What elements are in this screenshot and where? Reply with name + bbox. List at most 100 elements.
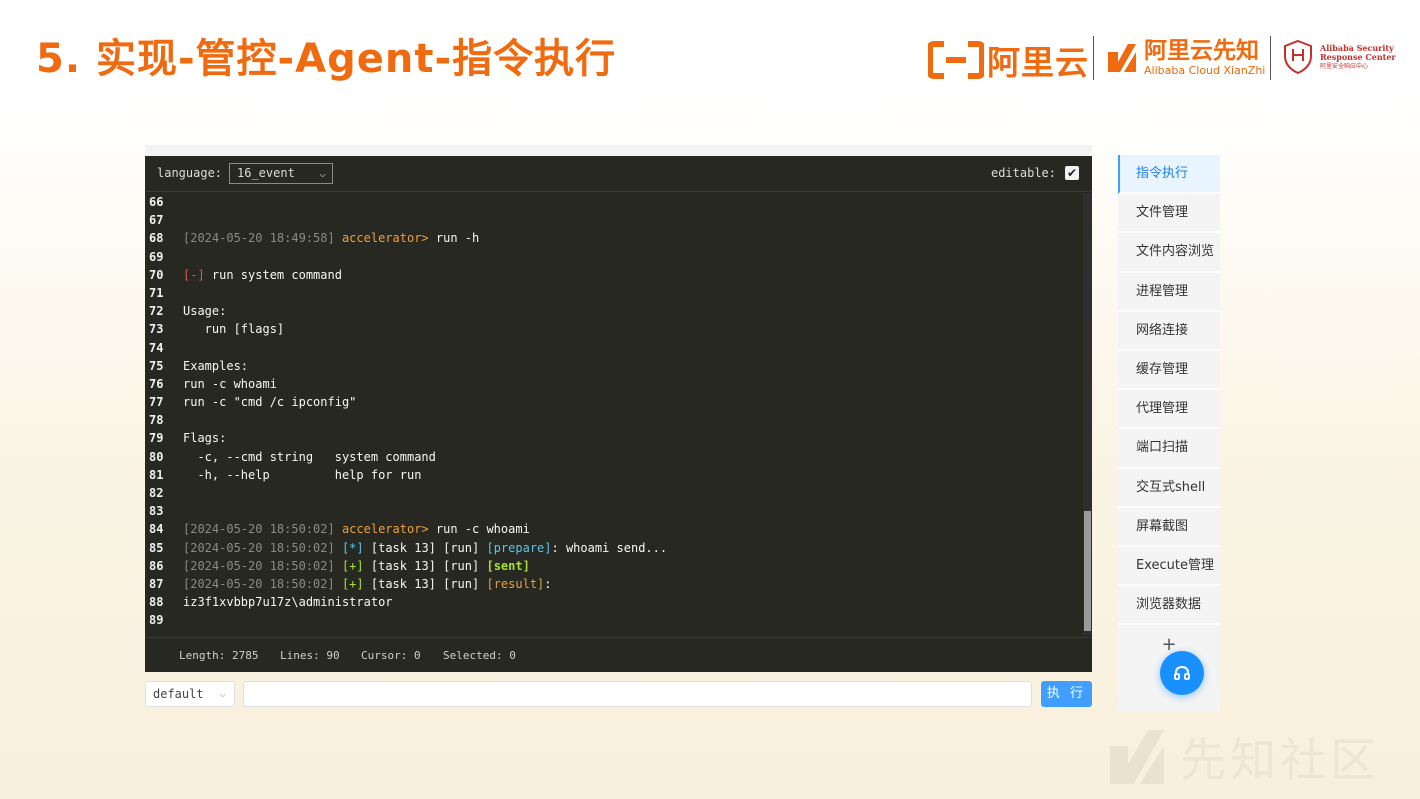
line-number: 86 — [149, 558, 164, 573]
aliyun-bracket-icon — [928, 41, 984, 79]
side-menu-item[interactable]: 网络连接 — [1118, 311, 1220, 351]
line-number: 84 — [149, 522, 164, 537]
code-token: run -c whoami — [435, 522, 530, 537]
code-line: 86 [2024-05-20 18:50:02] [+] [task 13] [r… — [145, 557, 1083, 575]
line-number: 79 — [149, 431, 164, 446]
code-token: [task 13] [run] — [363, 540, 487, 555]
execute-button[interactable]: 执 行 — [1041, 681, 1092, 707]
line-text: -h, --help help for run — [183, 466, 421, 484]
line-number: 82 — [149, 486, 164, 500]
line-number: 73 — [149, 322, 164, 337]
line-text: [2024-05-20 18:50:02] [+] [task 13] [run… — [183, 575, 552, 593]
code-token: -c, --cmd string system command — [183, 449, 436, 464]
asrc-line3: 阿里安全响应中心 — [1320, 62, 1369, 70]
line-number: 68 — [149, 231, 164, 246]
asrc-logo: Alibaba Security Response Center 阿里安全响应中… — [1282, 39, 1396, 75]
line-text: Usage: — [183, 302, 226, 320]
status-selected: Selected: 0 — [443, 649, 516, 662]
code-token: : — [544, 576, 552, 591]
mode-select[interactable]: default ⌵ — [145, 681, 235, 707]
code-token: [result] — [486, 576, 545, 591]
side-menu-item[interactable]: 屏幕截图 — [1118, 507, 1220, 547]
watermark-text: 先知社区 — [1180, 733, 1380, 787]
code-token: accelerator> — [341, 522, 436, 537]
help-button[interactable] — [1160, 651, 1204, 695]
code-line: 72 Usage: — [145, 302, 1083, 320]
code-line: 82 — [145, 484, 1083, 502]
code-line: 68 [2024-05-20 18:49:58] accelerator> run… — [145, 229, 1083, 247]
side-menu-item[interactable]: 端口扫描 — [1118, 429, 1220, 469]
code-token: run -c "cmd /c ipconfig" — [183, 395, 357, 410]
xianzhi-logo: 阿里云先知 Alibaba Cloud XianZhi — [1106, 38, 1265, 77]
side-menu-item[interactable]: 进程管理 — [1118, 272, 1220, 312]
xianzhi-cn: 阿里云先知 — [1144, 38, 1259, 64]
code-line: 78 — [145, 411, 1083, 429]
language-select[interactable]: 16_event ⌵ — [229, 163, 333, 184]
side-menu-item[interactable]: 缓存管理 — [1118, 350, 1220, 391]
aliyun-wordmark: 阿里云 — [987, 43, 1089, 82]
code-line: 76 run -c whoami — [145, 375, 1083, 393]
code-token: [2024-05-20 18:50:02] — [183, 576, 342, 591]
code-token: [2024-05-20 18:50:02] — [183, 558, 342, 573]
watermark: 先知社区 — [1108, 726, 1380, 788]
side-menu-item[interactable]: Execute管理 — [1118, 546, 1220, 587]
side-menu-item[interactable]: 文件管理 — [1118, 194, 1220, 234]
code-line: 79 Flags: — [145, 429, 1083, 447]
code-line: 83 — [145, 502, 1083, 520]
line-number: 70 — [149, 267, 164, 282]
line-number: 66 — [149, 195, 164, 209]
line-text: [2024-05-20 18:50:02] [+] [task 13] [run… — [183, 557, 530, 575]
line-text: run -c whoami — [183, 375, 277, 393]
editor-scrollbar[interactable] — [1083, 193, 1092, 635]
status-cursor: Cursor: 0 — [361, 649, 421, 662]
line-text: [2024-05-20 18:50:02] accelerator> run -… — [183, 520, 530, 538]
code-token: run -h — [435, 231, 480, 246]
asrc-line2: Response Center — [1320, 51, 1396, 62]
side-menu-item[interactable]: 代理管理 — [1118, 390, 1220, 430]
xianzhi-mark-icon — [1108, 43, 1136, 72]
editable-label: editable: — [990, 166, 1056, 180]
side-menu-item[interactable]: 文件内容浏览 — [1118, 233, 1220, 273]
code-token: [sent] — [486, 558, 530, 573]
code-token: [2024-05-20 18:50:02] — [183, 522, 342, 537]
code-area[interactable]: 66 67 68 [2024-05-20 18:49:58] accelerator>… — [145, 193, 1083, 635]
chevron-down-icon: ⌵ — [319, 167, 326, 180]
line-number: 78 — [149, 413, 164, 428]
line-text: [2024-05-20 18:50:02] [*] [task 13] [run… — [183, 539, 667, 557]
code-line: 87 [2024-05-20 18:50:02] [+] [task 13] [r… — [145, 575, 1083, 593]
line-text: iz3f1xvbbp7u17z\administrator — [183, 593, 393, 611]
editor-toolbar: language: 16_event ⌵ editable: ✔ — [145, 156, 1092, 192]
line-number: 75 — [149, 358, 164, 373]
side-menu-item[interactable]: 指令执行 — [1118, 155, 1220, 195]
code-token: [+] — [341, 576, 364, 591]
code-line: 71 — [145, 284, 1083, 302]
scrollbar-thumb[interactable] — [1084, 511, 1091, 631]
code-line: 89 — [145, 611, 1083, 629]
side-menu-item[interactable]: 交互式shell — [1118, 468, 1220, 508]
line-number: 67 — [149, 213, 164, 228]
code-token: [-] — [183, 267, 205, 282]
code-line: 84 [2024-05-20 18:50:02] accelerator> run… — [145, 520, 1083, 538]
code-line: 81 -h, --help help for run — [145, 466, 1083, 484]
line-text: [-] run system command — [183, 266, 342, 284]
side-menu-item[interactable]: 浏览器数据 — [1118, 586, 1220, 626]
editor-top-strip — [145, 145, 1092, 156]
line-number: 87 — [149, 576, 164, 591]
code-token: : whoami send... — [551, 540, 668, 555]
slide-title: 5. 实现-管控-Agent-指令执行 — [36, 36, 617, 82]
code-line: 88 iz3f1xvbbp7u17z\administrator — [145, 593, 1083, 611]
line-number: 76 — [149, 376, 164, 391]
code-token: run [flags] — [183, 322, 285, 337]
line-text: run -c "cmd /c ipconfig" — [183, 393, 356, 411]
line-text: -c, --cmd string system command — [183, 448, 436, 466]
code-editor[interactable]: language: 16_event ⌵ editable: ✔ 66 67 68 [… — [145, 145, 1092, 672]
line-text: [2024-05-20 18:49:58] accelerator> run -… — [183, 229, 479, 247]
code-token: [prepare] — [486, 540, 552, 555]
line-number: 80 — [149, 449, 164, 464]
code-line: 69 — [145, 248, 1083, 266]
editable-checkbox[interactable]: ✔ — [1065, 166, 1079, 180]
code-token: Examples: — [183, 358, 249, 373]
status-lines: Lines: 90 — [280, 649, 340, 662]
code-line: 74 — [145, 339, 1083, 357]
command-input[interactable] — [243, 681, 1032, 707]
